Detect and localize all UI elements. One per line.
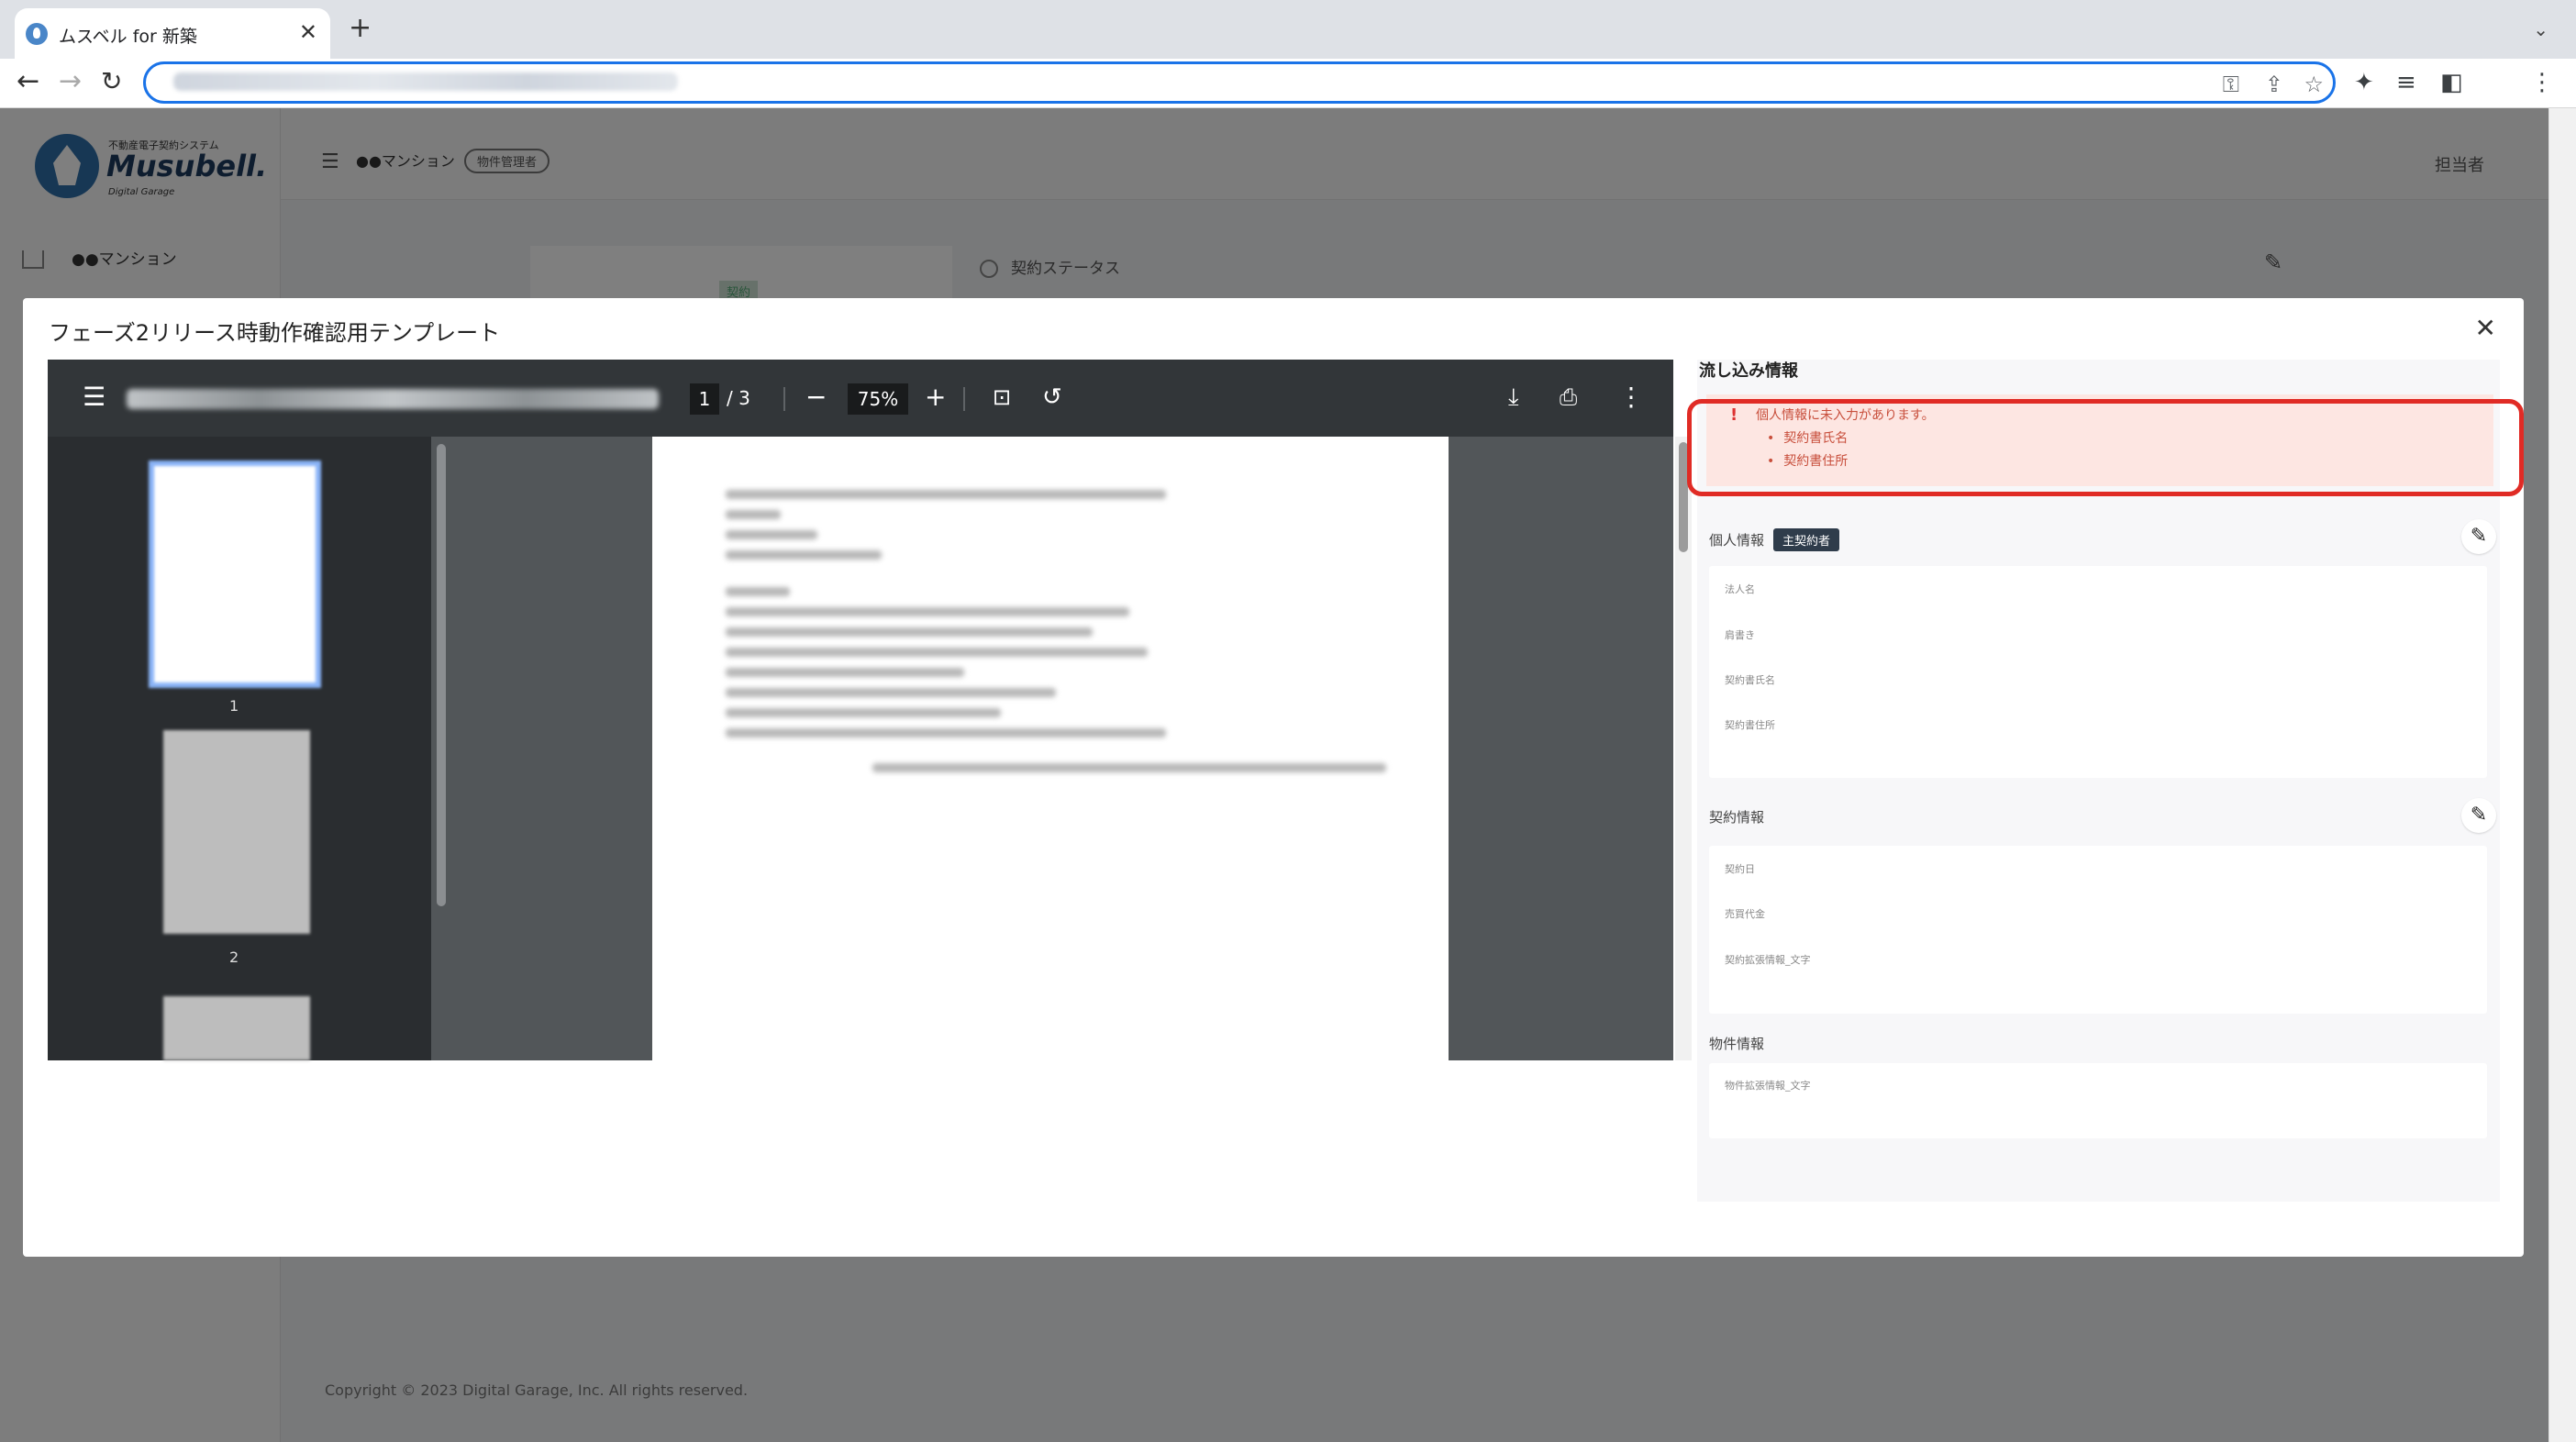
blurred-text-line	[726, 530, 817, 539]
thumbnail-scrollbar[interactable]	[437, 444, 446, 906]
pdf-thumbnails: 1 2	[48, 437, 431, 1060]
rotate-icon[interactable]: ↺	[1042, 383, 1062, 411]
download-icon[interactable]: ⤓	[1508, 383, 1519, 411]
pdf-scrollbar[interactable]	[1675, 437, 1692, 1060]
field-label: 契約書氏名	[1725, 674, 1775, 686]
forward-icon[interactable]: →	[59, 68, 82, 95]
blurred-text-line	[726, 708, 1001, 717]
extensions-icon[interactable]: ✦	[2354, 69, 2374, 96]
property-info-card: 物件拡張情報_文字	[1709, 1063, 2487, 1138]
pdf-more-icon[interactable]: ⋮	[1618, 383, 1644, 411]
zoom-input[interactable]: 75%	[848, 383, 908, 415]
field-label: 契約日	[1725, 863, 1755, 875]
blurred-text-line	[726, 490, 1166, 499]
side-panel-icon[interactable]: ◧	[2440, 69, 2463, 96]
pdf-menu-icon[interactable]: ☰	[83, 383, 105, 411]
panel-title: 流し込み情報	[1699, 361, 1798, 381]
zoom-out-icon[interactable]: −	[805, 383, 827, 411]
browser-tab[interactable]: ムスベル for 新築 ✕	[15, 8, 330, 60]
blurred-text-line	[726, 688, 1056, 697]
thumbnail-page[interactable]	[149, 460, 321, 688]
field-label: 物件拡張情報_文字	[1725, 1080, 1811, 1092]
address-bar[interactable]: ⚿ ⇪ ☆	[143, 61, 2336, 104]
pdf-page	[652, 437, 1449, 1060]
blurred-text-line	[726, 668, 964, 677]
fit-page-icon[interactable]: ⊡	[993, 383, 1011, 411]
blurred-text-line	[726, 607, 1129, 616]
blurred-text-line	[726, 728, 1166, 738]
tab-search-chevron-icon[interactable]: ⌄	[2533, 18, 2548, 40]
blurred-text-line	[726, 648, 1148, 657]
field-label: 肩書き	[1725, 629, 1755, 641]
edit-personal-pencil-icon[interactable]: ✎	[2461, 519, 2496, 554]
browser-tab-strip: ムスベル for 新築 ✕ + ⌄	[0, 0, 2576, 60]
field-label: 契約拡張情報_文字	[1725, 954, 1811, 966]
reading-list-icon[interactable]: ≡	[2396, 69, 2416, 96]
personal-info-card: 法人名 肩書き 契約書氏名 契約書住所	[1709, 566, 2487, 778]
new-tab-button[interactable]: +	[349, 15, 372, 42]
personal-info-heading: 個人情報 主契約者	[1709, 528, 1840, 551]
blurred-text-line	[726, 627, 1093, 637]
pdf-toolbar: ☰ 1 / 3 − 75% + ⊡ ↺ ⤓ ⎙ ⋮	[48, 360, 1673, 437]
page-total: / 3	[727, 387, 750, 409]
toolbar-divider	[783, 387, 785, 411]
bookmark-star-icon[interactable]: ☆	[2304, 72, 2324, 97]
page-scrollbar[interactable]	[2548, 108, 2576, 1442]
browser-menu-icon[interactable]: ⋮	[2530, 69, 2554, 96]
thumbnail-page[interactable]	[163, 996, 310, 1060]
property-info-title: 物件情報	[1709, 1036, 1765, 1052]
back-icon[interactable]: ←	[17, 68, 39, 95]
personal-info-title: 個人情報	[1709, 532, 1765, 549]
field-label: 契約書住所	[1725, 719, 1775, 731]
toolbar-divider	[963, 387, 965, 411]
tab-close-icon[interactable]: ✕	[299, 19, 317, 45]
browser-toolbar: ← → ↻ ⚿ ⇪ ☆ ✦ ≡ ◧ ⋮	[0, 59, 2576, 108]
blurred-text-line	[726, 510, 781, 519]
tab-title: ムスベル for 新築	[59, 27, 197, 47]
edit-contract-pencil-icon[interactable]: ✎	[2461, 798, 2496, 833]
url-text-blurred	[173, 72, 678, 91]
field-label: 法人名	[1725, 583, 1755, 595]
pdf-viewer: ☰ 1 / 3 − 75% + ⊡ ↺ ⤓ ⎙ ⋮ 1 2	[48, 360, 1692, 1060]
field-label: 売買代金	[1725, 908, 1765, 920]
blurred-text-line	[726, 587, 790, 596]
contract-info-title: 契約情報	[1709, 809, 1765, 826]
modal-title: フェーズ2リリース時動作確認用テンプレート	[49, 320, 501, 346]
thumbnail-label: 1	[229, 697, 239, 715]
zoom-in-icon[interactable]: +	[925, 383, 946, 411]
site-favicon-icon	[26, 23, 48, 45]
print-icon[interactable]: ⎙	[1560, 383, 1577, 411]
page-number-input[interactable]: 1	[690, 383, 719, 415]
pdf-filename-blurred	[127, 389, 659, 409]
key-icon[interactable]: ⚿	[2223, 72, 2239, 97]
reload-icon[interactable]: ↻	[101, 68, 122, 95]
error-highlight-annotation	[1687, 399, 2524, 496]
blurred-text-line	[726, 550, 882, 560]
close-icon[interactable]: ✕	[2475, 313, 2496, 343]
main-contractor-badge: 主契約者	[1773, 528, 1840, 551]
blurred-text-line	[872, 763, 1386, 772]
thumbnail-page[interactable]	[163, 730, 310, 934]
thumbnail-label: 2	[229, 948, 239, 966]
share-icon[interactable]: ⇪	[2265, 72, 2283, 97]
contract-info-card: 契約日 売買代金 契約拡張情報_文字	[1709, 846, 2487, 1014]
